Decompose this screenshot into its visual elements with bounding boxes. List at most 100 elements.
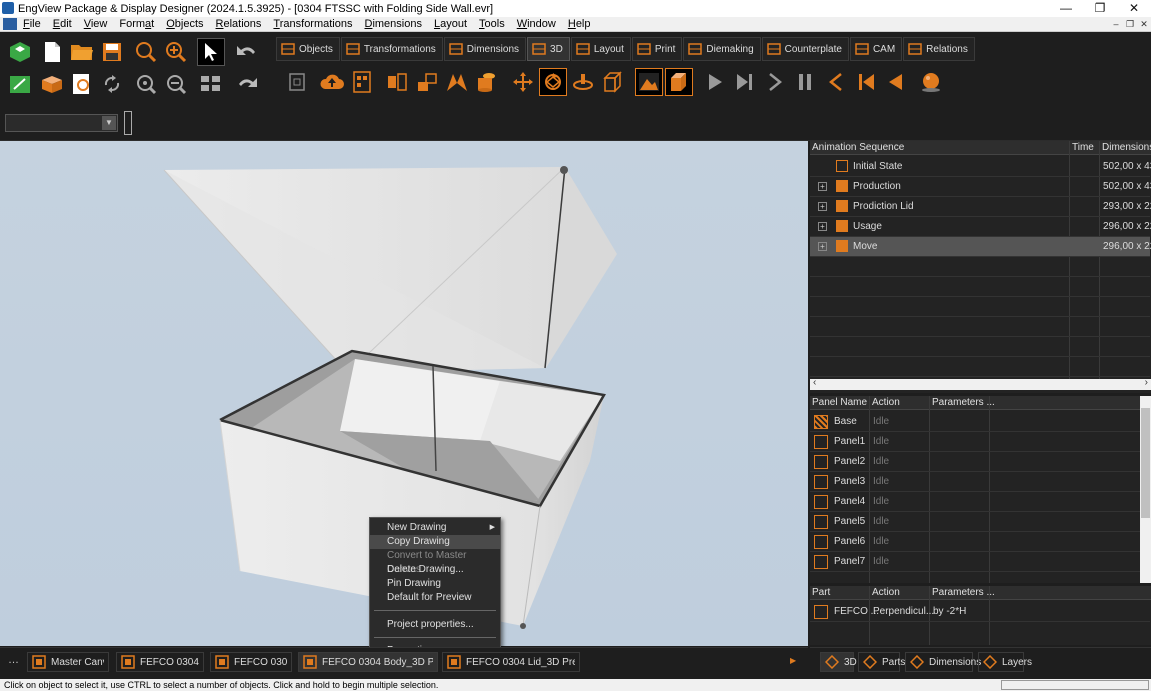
tab-counterplate[interactable]: Counterplate <box>761 37 849 61</box>
mdi-close-button[interactable]: ✕ <box>1137 18 1151 30</box>
cloud-upload-icon[interactable] <box>318 68 346 96</box>
menu-item-project-properties[interactable]: Project properties... <box>370 618 500 632</box>
skip-start-icon[interactable] <box>852 68 880 96</box>
menu-file[interactable]: File <box>23 18 41 30</box>
style-combobox[interactable]: ▼ <box>5 114 118 132</box>
header-dimensions[interactable]: Dimensions <box>1102 142 1151 153</box>
panel-row-panel5[interactable]: Panel5 Idle <box>810 512 1140 532</box>
menu-relations[interactable]: Relations <box>216 18 262 30</box>
animation-row-initial-state[interactable]: Initial State 502,00 x 434 <box>810 157 1151 177</box>
menu-format[interactable]: Format <box>119 18 154 30</box>
zoom-icon[interactable] <box>132 38 160 66</box>
box-icon[interactable] <box>38 70 66 98</box>
panel-row-base[interactable]: Base Idle <box>810 412 1140 432</box>
new-drawing-icon[interactable] <box>6 70 34 98</box>
tab-transformations[interactable]: Transformations <box>340 37 443 61</box>
print-preview-icon[interactable] <box>68 70 96 98</box>
step-back-icon[interactable] <box>822 68 850 96</box>
menu-item-default-for-preview[interactable]: Default for Preview <box>370 591 500 605</box>
render-image-icon[interactable] <box>635 68 663 96</box>
animation-row-production[interactable]: + Production 502,00 x 434 <box>810 177 1151 197</box>
grid-view-icon[interactable] <box>197 70 225 98</box>
select-pointer-icon[interactable] <box>197 38 225 66</box>
animation-hscrollbar[interactable]: ‹ › <box>810 377 1151 390</box>
zoom-in-icon[interactable] <box>162 38 190 66</box>
mdi-restore-button[interactable]: ❐ <box>1123 18 1137 30</box>
refresh-icon[interactable] <box>98 70 126 98</box>
skip-end-icon[interactable] <box>731 68 759 96</box>
drawing-tab-fefco-0304-lid-3d-presenter[interactable]: FEFCO 0304 Lid_3D Presenter <box>442 652 580 672</box>
layout-grid-icon[interactable] <box>348 68 376 96</box>
tab-diemaking[interactable]: Diemaking <box>683 37 761 61</box>
rotate-3d-icon[interactable] <box>539 68 567 96</box>
next-tab-icon[interactable]: ▶ <box>790 656 796 665</box>
cube-wire-icon[interactable] <box>599 68 627 96</box>
panel-row-panel7[interactable]: Panel7 Idle <box>810 552 1140 572</box>
tab-print[interactable]: Print <box>631 37 683 61</box>
menu-view[interactable]: View <box>84 18 108 30</box>
panel-tab-dimensions[interactable]: Dimensions <box>905 652 981 672</box>
tab-objects[interactable]: Objects <box>276 37 340 61</box>
tab-3d[interactable]: 3D <box>527 37 570 61</box>
menu-transformations[interactable]: Transformations <box>273 18 352 30</box>
panel-row-panel1[interactable]: Panel1 Idle <box>810 432 1140 452</box>
play-icon[interactable] <box>701 68 729 96</box>
header-part[interactable]: Part <box>812 587 830 598</box>
panel-tab-parts[interactable]: Parts <box>858 652 905 672</box>
animation-row-move[interactable]: + Move 296,00 x 228 <box>810 237 1151 257</box>
tab-dimensions[interactable]: Dimensions <box>443 37 527 61</box>
solid-cube-icon[interactable] <box>665 68 693 96</box>
drawing-tab-fefco-0304-body-3d-presenter[interactable]: FEFCO 0304 Body_3D Presenter <box>298 652 438 672</box>
minimize-button[interactable]: — <box>1049 0 1083 17</box>
panel-tab-3d[interactable]: 3D <box>820 652 857 672</box>
tab-relations[interactable]: Relations <box>903 37 975 61</box>
step-forward-icon[interactable] <box>761 68 789 96</box>
menu-dimensions[interactable]: Dimensions <box>365 18 422 30</box>
save-icon[interactable] <box>98 38 126 66</box>
panel-row-panel3[interactable]: Panel3 Idle <box>810 472 1140 492</box>
panel-row-panel4[interactable]: Panel4 Idle <box>810 492 1140 512</box>
move-icon[interactable] <box>509 68 537 96</box>
engview-home-icon[interactable] <box>6 38 34 66</box>
menu-help[interactable]: Help <box>568 18 591 30</box>
more-tabs-button[interactable]: … <box>8 654 19 666</box>
document-icon[interactable] <box>3 18 17 30</box>
menu-layout[interactable]: Layout <box>434 18 467 30</box>
panel-row-panel6[interactable]: Panel6 Idle <box>810 532 1140 552</box>
header-part-parameters[interactable]: Parameters ... <box>932 587 995 598</box>
material-sphere-icon[interactable] <box>917 68 945 96</box>
drawing-tab-master-canvas[interactable]: Master Canvas <box>27 652 109 672</box>
part-row[interactable]: FEFCO ... Perpendicul... by -2*H <box>810 602 1150 622</box>
zoom-fit-icon[interactable] <box>132 70 160 98</box>
scroll-left-icon[interactable]: ‹ <box>813 377 816 388</box>
expand-icon[interactable]: + <box>818 202 827 211</box>
menu-tools[interactable]: Tools <box>479 18 505 30</box>
expand-icon[interactable]: + <box>818 222 827 231</box>
expand-icon[interactable]: + <box>818 182 827 191</box>
header-parameters[interactable]: Parameters ... <box>932 397 995 408</box>
menu-item-pin-drawing[interactable]: Pin Drawing <box>370 577 500 591</box>
header-time[interactable]: Time <box>1072 142 1094 153</box>
tab-cam[interactable]: CAM <box>849 37 903 61</box>
undo-icon[interactable] <box>233 38 261 66</box>
open-folder-icon[interactable] <box>68 38 96 66</box>
pause-icon[interactable] <box>791 68 819 96</box>
drawing-tab-fefco-0304-lid[interactable]: FEFCO 0304 Lid <box>210 652 292 672</box>
fold-angle-icon[interactable] <box>413 68 441 96</box>
close-button[interactable]: ✕ <box>1117 0 1151 17</box>
new-file-icon[interactable] <box>38 38 66 66</box>
redo-icon[interactable] <box>233 70 261 98</box>
zoom-out-icon[interactable] <box>162 70 190 98</box>
header-animation-sequence[interactable]: Animation Sequence <box>812 142 904 153</box>
panels-vscrollbar[interactable] <box>1140 396 1151 583</box>
animation-row-prodiction-lid[interactable]: + Prodiction Lid 293,00 x 225 <box>810 197 1151 217</box>
fold-panel-icon[interactable] <box>383 68 411 96</box>
mdi-minimize-button[interactable]: – <box>1109 18 1123 30</box>
play-reverse-icon[interactable] <box>882 68 910 96</box>
property-field[interactable] <box>124 111 132 135</box>
menu-item-new-drawing[interactable]: New Drawing ▶ <box>370 521 500 535</box>
drawing-tab-fefco-0304-body[interactable]: FEFCO 0304 Body <box>116 652 204 672</box>
fold-all-icon[interactable] <box>443 68 471 96</box>
menu-item-delete-drawing[interactable]: Delete Drawing... <box>370 563 500 577</box>
menu-window[interactable]: Window <box>517 18 556 30</box>
